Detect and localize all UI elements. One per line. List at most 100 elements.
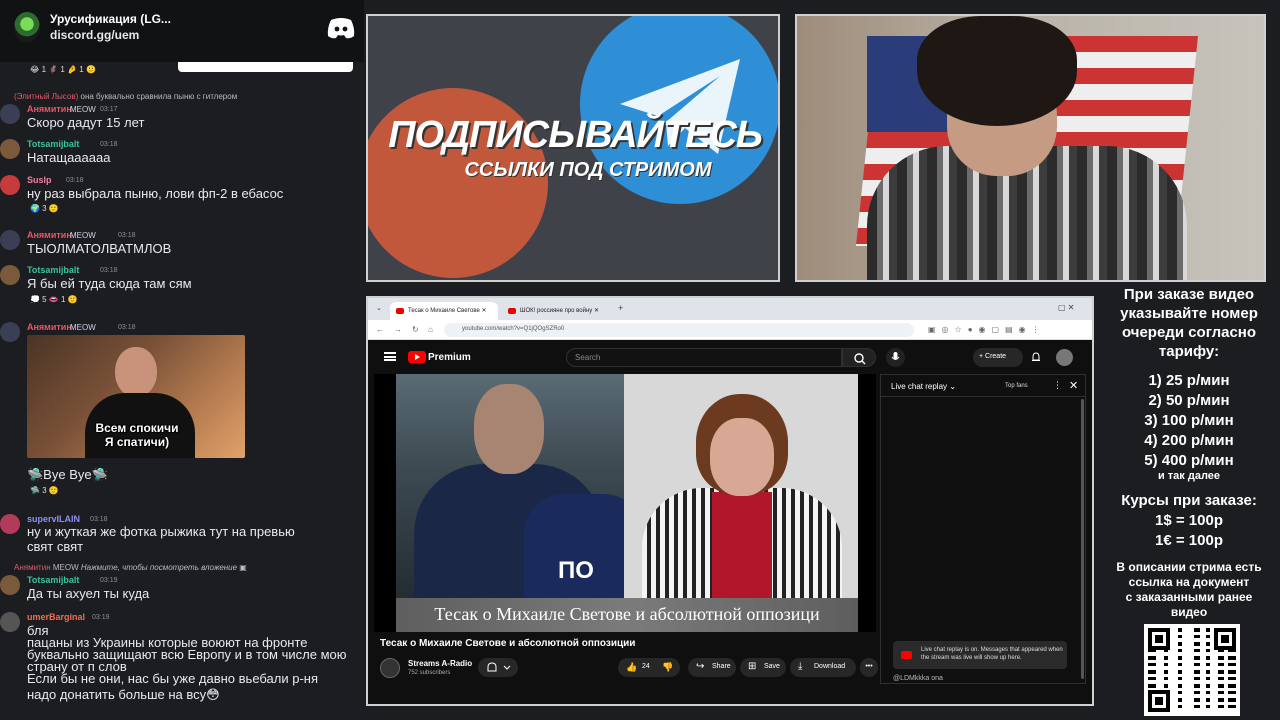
share-icon: ↪ bbox=[696, 661, 705, 672]
menu-icon[interactable] bbox=[384, 352, 396, 361]
video-player[interactable]: ПО Тесак о Михаиле Светове и абсолютной … bbox=[374, 374, 876, 632]
extension-icons[interactable]: ▣◎☆●◉▢▤◉⋮ bbox=[928, 325, 1046, 334]
new-tab-button[interactable]: + bbox=[618, 303, 623, 313]
tariff-4: 4) 200 р/мин bbox=[1144, 432, 1234, 449]
save-button[interactable]: ⊞ Save bbox=[740, 658, 786, 677]
avatar[interactable] bbox=[0, 514, 20, 534]
video-caption: Тесак о Михаиле Светове и абсолютной опп… bbox=[396, 598, 858, 632]
username[interactable]: Totsamijbalt bbox=[27, 139, 79, 149]
timestamp: 03:18 bbox=[66, 177, 84, 184]
stream-layout: Урусификация (LG... discord.gg/uem 😂 1 🦸… bbox=[0, 0, 1280, 720]
message-text: Да ты ахуел ты куда bbox=[27, 586, 150, 601]
username[interactable]: Totsamijbalt bbox=[27, 575, 79, 585]
info-line: с заказанными ранее bbox=[1125, 590, 1253, 604]
notifications-icon[interactable] bbox=[1031, 352, 1041, 363]
message-text: ТЫОЛМАТОЛВАТМЛОВ bbox=[27, 241, 172, 256]
thumbs-up-icon: 👍 bbox=[626, 662, 638, 672]
image-attachment[interactable]: Всем спокичи Я спатичи) bbox=[27, 335, 245, 458]
create-button[interactable]: + Create bbox=[973, 348, 1023, 367]
username[interactable]: Totsamijbalt bbox=[27, 265, 79, 275]
more-actions-button[interactable]: ••• bbox=[860, 658, 878, 677]
youtube-logo-icon[interactable] bbox=[408, 351, 426, 363]
reply-preview[interactable]: Анямитин MEOW Нажмите, чтобы посмотреть … bbox=[14, 563, 247, 572]
search-icon bbox=[854, 353, 866, 365]
search-button[interactable] bbox=[842, 348, 876, 367]
tab-bar: ⌄ Тесак о Михаиле Светове ✕ ШОК! россиян… bbox=[368, 298, 1092, 320]
top-fans-badge[interactable]: Top fans bbox=[1005, 383, 1028, 389]
avatar[interactable] bbox=[0, 265, 20, 285]
forward-icon[interactable]: → bbox=[394, 325, 402, 334]
subscriber-count: 752 subscribers bbox=[408, 670, 451, 676]
avatar[interactable] bbox=[0, 104, 20, 124]
like-button[interactable]: 👍 24 👎 bbox=[618, 658, 680, 677]
message-text: ну раз выбрала пыню, лови фп-2 в ебасос bbox=[27, 186, 284, 201]
timestamp: 03:18 bbox=[118, 324, 136, 331]
username[interactable]: umerBarginal bbox=[27, 612, 85, 622]
reactions[interactable]: 💭 5 👄 1 🙂 bbox=[30, 295, 78, 304]
info-line: очереди согласно bbox=[1121, 324, 1257, 341]
download-icon: ⤓ bbox=[798, 661, 803, 672]
search-input[interactable]: Search bbox=[566, 348, 842, 367]
webcam-feed bbox=[795, 14, 1266, 282]
avatar[interactable] bbox=[0, 322, 20, 342]
qr-finder bbox=[1214, 628, 1236, 650]
avatar[interactable] bbox=[0, 139, 20, 159]
username[interactable]: Анямитин bbox=[27, 322, 72, 332]
image-caption: Всем спокичи Я спатичи) bbox=[95, 421, 179, 449]
timestamp: 03:19 bbox=[92, 614, 110, 621]
more-vert-icon[interactable]: ⋮ bbox=[1053, 380, 1062, 391]
qr-finder bbox=[1148, 628, 1170, 650]
promo-panel: ПОДПИСЫВАЙТЕСЬ ССЫЛКИ ПОД СТРИМОМ bbox=[366, 14, 780, 282]
rates-heading: Курсы при заказе: bbox=[1121, 492, 1257, 509]
info-line: ссылка на документ bbox=[1128, 575, 1250, 589]
save-icon: ⊞ bbox=[748, 661, 757, 672]
message-text: надо донатить больше на всу😳 bbox=[27, 687, 220, 702]
thumbnail-red-vest bbox=[712, 492, 772, 600]
account-avatar[interactable] bbox=[1056, 349, 1073, 366]
live-chat-mode-dropdown[interactable]: Live chat replay ⌄ bbox=[891, 382, 956, 391]
share-button[interactable]: ↪ Share bbox=[688, 658, 736, 677]
channel-name[interactable]: Streams A-Radio bbox=[408, 659, 472, 668]
avatar[interactable] bbox=[0, 612, 20, 632]
tab-inactive[interactable]: ШОК! россияне про войну ✕ bbox=[502, 302, 612, 320]
scrollbar[interactable] bbox=[1081, 399, 1084, 679]
channel-avatar[interactable] bbox=[380, 658, 400, 678]
url-bar[interactable]: youtube.com/watch?v=Q1jQOgSZRo0 bbox=[444, 323, 914, 337]
mic-icon[interactable] bbox=[886, 348, 905, 367]
info-line: При заказе видео bbox=[1123, 286, 1255, 303]
chat-message: @LDMkkka ona bbox=[893, 675, 943, 682]
timestamp: 03:18 bbox=[100, 267, 118, 274]
close-icon[interactable]: ✕ bbox=[1069, 379, 1078, 392]
youtube-brand[interactable]: Premium bbox=[428, 352, 471, 363]
tariff-5: 5) 400 р/мин bbox=[1144, 452, 1234, 469]
tab-active[interactable]: Тесак о Михаиле Светове ✕ bbox=[390, 302, 498, 320]
video-title: Тесак о Михаиле Светове и абсолютной опп… bbox=[380, 638, 636, 649]
reactions[interactable]: 😂 1 🦸 1 🤌 1 🙂 bbox=[30, 65, 96, 74]
username[interactable]: supervILAIN bbox=[27, 514, 80, 524]
back-icon[interactable]: ← bbox=[376, 325, 384, 334]
home-icon[interactable]: ⌂ bbox=[428, 325, 433, 334]
download-button[interactable]: ⤓ Download bbox=[790, 658, 856, 677]
reactions[interactable]: 🛸 3 🙂 bbox=[30, 486, 59, 495]
window-controls[interactable]: ▢ ✕ bbox=[1058, 303, 1074, 312]
avatar[interactable] bbox=[0, 175, 20, 195]
subscribe-bell-button[interactable] bbox=[478, 658, 518, 677]
thumbs-down-icon[interactable]: 👎 bbox=[662, 662, 673, 673]
replay-notice: Live chat replay is on. Messages that ap… bbox=[893, 641, 1067, 669]
streamer-hair bbox=[917, 16, 1077, 126]
message-text: ну и жуткая же фотка рыжика тут на превь… bbox=[27, 524, 295, 539]
timestamp: 03:18 bbox=[100, 141, 118, 148]
reload-icon[interactable]: ↻ bbox=[412, 325, 419, 334]
tariff-1: 1) 25 р/мин bbox=[1148, 372, 1230, 389]
tab-list-icon[interactable]: ⌄ bbox=[376, 304, 382, 312]
username[interactable]: Анямитин bbox=[27, 230, 72, 240]
timestamp: 03:18 bbox=[118, 232, 136, 239]
discord-header: Урусификация (LG... discord.gg/uem bbox=[0, 0, 364, 62]
reactions[interactable]: 🌍 3 🙂 bbox=[30, 204, 59, 213]
promo-subheading: ССЫЛКИ ПОД СТРИМОМ bbox=[464, 159, 712, 181]
message-text: 🛸Bye Bye🛸 bbox=[27, 467, 108, 482]
username[interactable]: Suslp bbox=[27, 175, 52, 185]
avatar[interactable] bbox=[0, 230, 20, 250]
avatar[interactable] bbox=[0, 575, 20, 595]
username[interactable]: Анямитин bbox=[27, 104, 72, 114]
